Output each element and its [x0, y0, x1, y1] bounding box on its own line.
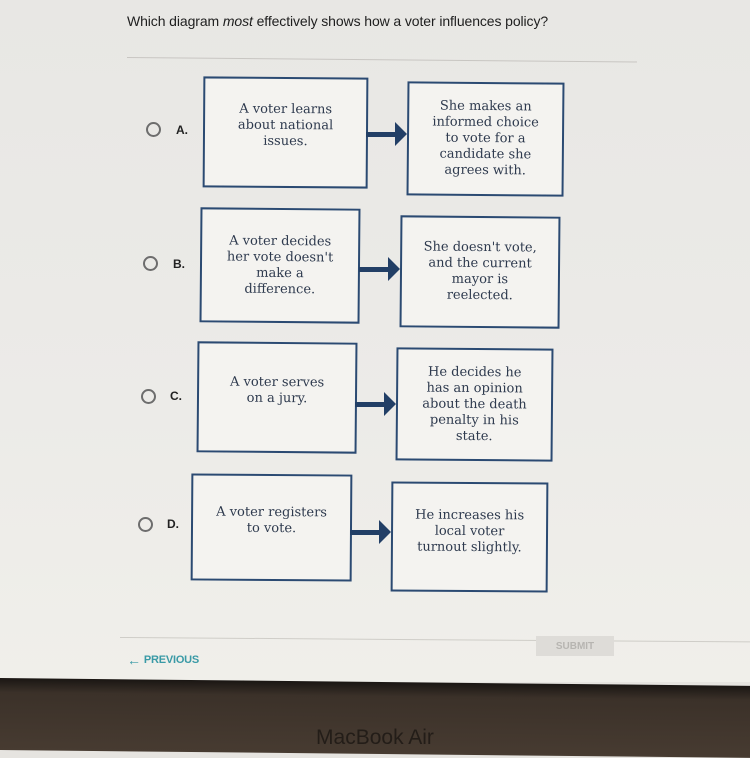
- cause-box: A voter registers to vote.: [190, 473, 353, 582]
- radio-option-b[interactable]: [143, 256, 158, 271]
- device-label: MacBook Air: [316, 726, 434, 749]
- question-divider: [126, 57, 637, 63]
- effect-box: He decides he has an opinion about the d…: [395, 347, 554, 462]
- effect-box: She makes an informed choice to vote for…: [406, 81, 565, 197]
- arrow-icon: [350, 520, 392, 544]
- option-letter: D.: [167, 517, 179, 531]
- footer-divider: [119, 637, 750, 643]
- question-prefix: Which diagram: [127, 13, 223, 29]
- cause-box: A voter serves on a jury.: [196, 341, 358, 454]
- effect-text: She makes an informed choice to vote for…: [432, 98, 539, 179]
- arrow-left-icon: ←: [127, 651, 141, 668]
- effect-text: He increases his local voter turnout sli…: [415, 507, 525, 556]
- option-letter: B.: [173, 257, 185, 271]
- question-emphasis: most: [222, 13, 253, 29]
- previous-button[interactable]: ← PREVIOUS: [127, 651, 200, 668]
- effect-text: She doesn't vote, and the current mayor …: [423, 239, 537, 304]
- option-letter: C.: [170, 389, 182, 403]
- quiz-screen: Which diagram most effectively shows how…: [0, 0, 750, 682]
- cause-text: A voter decides her vote doesn't make a …: [226, 233, 334, 297]
- effect-box: He increases his local voter turnout sli…: [390, 481, 549, 593]
- question-suffix: effectively shows how a voter influences…: [252, 13, 549, 29]
- radio-option-c[interactable]: [141, 389, 156, 404]
- cause-box: A voter decides her vote doesn't make a …: [199, 207, 361, 324]
- submit-button[interactable]: SUBMIT: [536, 636, 614, 656]
- cause-text: A voter registers to vote.: [216, 504, 328, 536]
- option-letter: A.: [176, 123, 188, 137]
- cause-text: A voter serves on a jury.: [229, 374, 325, 406]
- radio-option-d[interactable]: [138, 517, 153, 532]
- arrow-icon: [366, 122, 408, 146]
- question-text: Which diagram most effectively shows how…: [127, 13, 548, 29]
- cause-text: A voter learns about national issues.: [237, 101, 334, 149]
- effect-text: He decides he has an opinion about the d…: [422, 364, 527, 444]
- previous-label: PREVIOUS: [143, 654, 200, 666]
- arrow-icon: [355, 392, 397, 416]
- effect-box: She doesn't vote, and the current mayor …: [399, 215, 561, 329]
- arrow-icon: [359, 257, 401, 281]
- radio-option-a[interactable]: [146, 122, 161, 137]
- cause-box: A voter learns about national issues.: [202, 76, 369, 189]
